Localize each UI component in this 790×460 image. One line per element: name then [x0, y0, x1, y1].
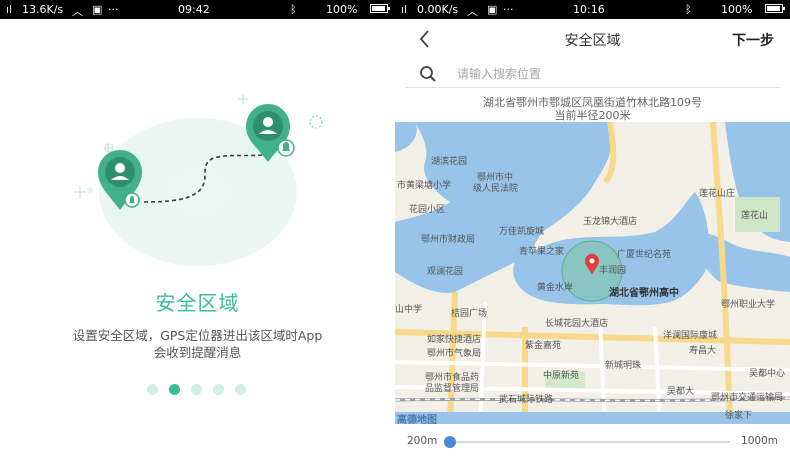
search-icon	[420, 66, 436, 82]
map-label: 观澜花园	[427, 267, 464, 277]
next-step-button[interactable]: 下一步	[732, 30, 774, 50]
route-illustration	[74, 94, 323, 210]
map-label: 青苹果之家	[519, 247, 565, 257]
more-icon: ···	[108, 3, 119, 16]
map-label: 新城明珠	[605, 361, 642, 371]
map-label: 级人民法院	[473, 184, 519, 194]
radius-slider[interactable]	[444, 436, 730, 448]
map-label: 中原新苑	[543, 371, 580, 381]
status-time: 09:42	[178, 3, 210, 16]
bluetooth-icon: ᛒ	[290, 3, 297, 16]
notification-icon: ▣	[92, 3, 103, 16]
signal-icon: ıl	[401, 3, 408, 16]
map-label: 吴都中心	[749, 369, 786, 379]
map-label: 湖北省鄂州高中	[609, 288, 679, 299]
map-label: 花园小区	[409, 205, 446, 215]
map-label: 紫金嘉苑	[525, 341, 562, 351]
battery-percent: 100%	[326, 3, 358, 16]
map-label: 品监督管理局	[425, 384, 480, 394]
map-label: 武石城际铁路	[499, 395, 554, 405]
radius-slider-row: 200m 1000m	[395, 424, 790, 460]
map-label: 黄金水岸	[537, 283, 574, 293]
map-label: 广厦世纪名苑	[617, 250, 672, 260]
page-dot[interactable]	[147, 384, 158, 395]
map-label: 市黄梁塘小学	[397, 181, 452, 191]
map-label: 徐家下	[725, 411, 753, 421]
battery-percent: 100%	[721, 3, 753, 16]
map-label: 莲花山庄	[699, 189, 736, 199]
battery-icon	[765, 4, 785, 13]
map-label: 寿昌大	[689, 346, 717, 356]
map-label: 丰润园	[599, 266, 627, 276]
map-label: 山中学	[395, 305, 423, 315]
slider-thumb[interactable]	[444, 436, 456, 448]
map-label: 桔园广场	[451, 309, 488, 319]
network-speed: 0.00K/s	[417, 3, 459, 16]
map-label: 鄂州职业大学	[721, 300, 776, 310]
map-label: 万佳凯旋城	[499, 227, 545, 237]
wifi-icon: ︿	[72, 5, 83, 18]
status-bar: ıl 13.6K/s ︿ ▣ ··· 09:42 ᛒ 100%	[0, 0, 395, 19]
radius-text: 当前半径200米	[554, 109, 631, 122]
map-label: 如家快捷酒店	[427, 335, 482, 345]
location-pin-icon	[246, 104, 295, 162]
safe-zone-screen: ıl 0.00K/s ︿ ▣ ··· 10:16 ᛒ 100% 安全区域 下一步…	[395, 0, 790, 460]
map-label: 洋澜国际康城	[663, 331, 718, 341]
description-line-2: 会收到提醒消息	[153, 345, 242, 360]
page-dot[interactable]	[213, 384, 224, 395]
map-view[interactable]: 湖滨花园 市黄梁塘小学 鄂州市中 级人民法院 花园小区 万佳凯旋城 玉龙锦大酒店…	[395, 122, 790, 424]
map-label: 吴都大	[667, 387, 695, 397]
description-line-1: 设置安全区域，GPS定位器进出该区域时App	[72, 328, 323, 343]
notification-icon: ▣	[487, 3, 498, 16]
map-label: 鄂州市财政局	[421, 235, 476, 245]
page-dot[interactable]	[191, 384, 202, 395]
navigation-bar: 安全区域 下一步	[395, 19, 790, 59]
search-input[interactable]	[455, 63, 759, 85]
slider-min-label: 200m	[407, 435, 438, 447]
bluetooth-icon: ᛒ	[685, 3, 692, 16]
map-provider-logo: 高德地图	[397, 415, 437, 424]
signal-icon: ıl	[6, 3, 13, 16]
more-icon: ···	[503, 3, 514, 16]
map-label: 鄂州市气象局	[427, 349, 482, 359]
battery-icon	[370, 4, 390, 13]
page-dot-active[interactable]	[169, 384, 180, 395]
map-label: 玉龙锦大酒店	[583, 217, 638, 227]
map-label: 长城花园大酒店	[545, 319, 609, 329]
status-time: 10:16	[573, 3, 605, 16]
map-label: 湖滨花园	[431, 157, 468, 167]
intro-screen: ıl 13.6K/s ︿ ▣ ··· 09:42 ᛒ 100% 安全区域 设置安…	[0, 0, 395, 460]
map-label: 鄂州市交通运输局	[711, 393, 784, 403]
nav-title: 安全区域	[564, 33, 621, 49]
page-dot[interactable]	[235, 384, 246, 395]
slider-max-label: 1000m	[741, 435, 778, 447]
location-pin-icon	[98, 150, 142, 210]
wifi-icon: ︿	[467, 5, 478, 18]
map-label: 莲花山	[741, 211, 769, 221]
page-title: 安全区域	[155, 291, 240, 315]
status-bar: ıl 0.00K/s ︿ ▣ ··· 10:16 ᛒ 100%	[395, 0, 790, 19]
search-bar	[405, 59, 780, 88]
network-speed: 13.6K/s	[22, 3, 64, 16]
